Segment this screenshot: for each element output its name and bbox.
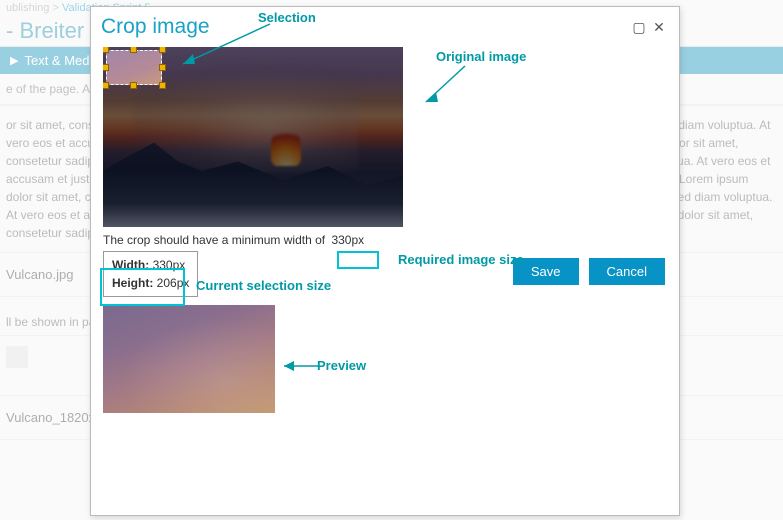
crop-handle-tl[interactable] [103,47,109,53]
cancel-button[interactable]: Cancel [589,258,665,285]
crop-handle-l[interactable] [103,64,109,71]
height-label: Height: [112,276,153,290]
crop-preview [103,305,275,413]
crop-handle-t[interactable] [130,47,137,53]
min-width-text: The crop should have a minimum width of … [103,233,667,247]
crop-handle-b[interactable] [130,82,137,89]
min-width-label: The crop should have a minimum width of [103,233,325,247]
dialog-title: Crop image [101,15,629,39]
crop-selection[interactable] [106,50,162,85]
save-button[interactable]: Save [513,258,579,285]
crop-canvas[interactable] [103,47,403,227]
close-icon[interactable]: ✕ [649,17,669,37]
dialog-body: The crop should have a minimum width of … [91,39,679,515]
crop-handle-r[interactable] [159,64,166,71]
width-label: Width: [112,258,149,272]
maximize-icon[interactable]: ▢ [629,17,649,37]
crop-handle-bl[interactable] [103,82,109,89]
height-value: 206px [157,276,190,290]
crop-image-dialog: Crop image ▢ ✕ [90,6,680,516]
min-width-value: 330px [328,232,367,248]
crop-handle-br[interactable] [159,82,166,89]
dialog-titlebar: Crop image ▢ ✕ [91,7,679,39]
crop-handle-tr[interactable] [159,47,166,53]
width-value: 330px [153,258,186,272]
dialog-footer: Save Cancel [513,258,665,285]
selection-size-box: Width: 330px Height: 206px [103,251,198,297]
